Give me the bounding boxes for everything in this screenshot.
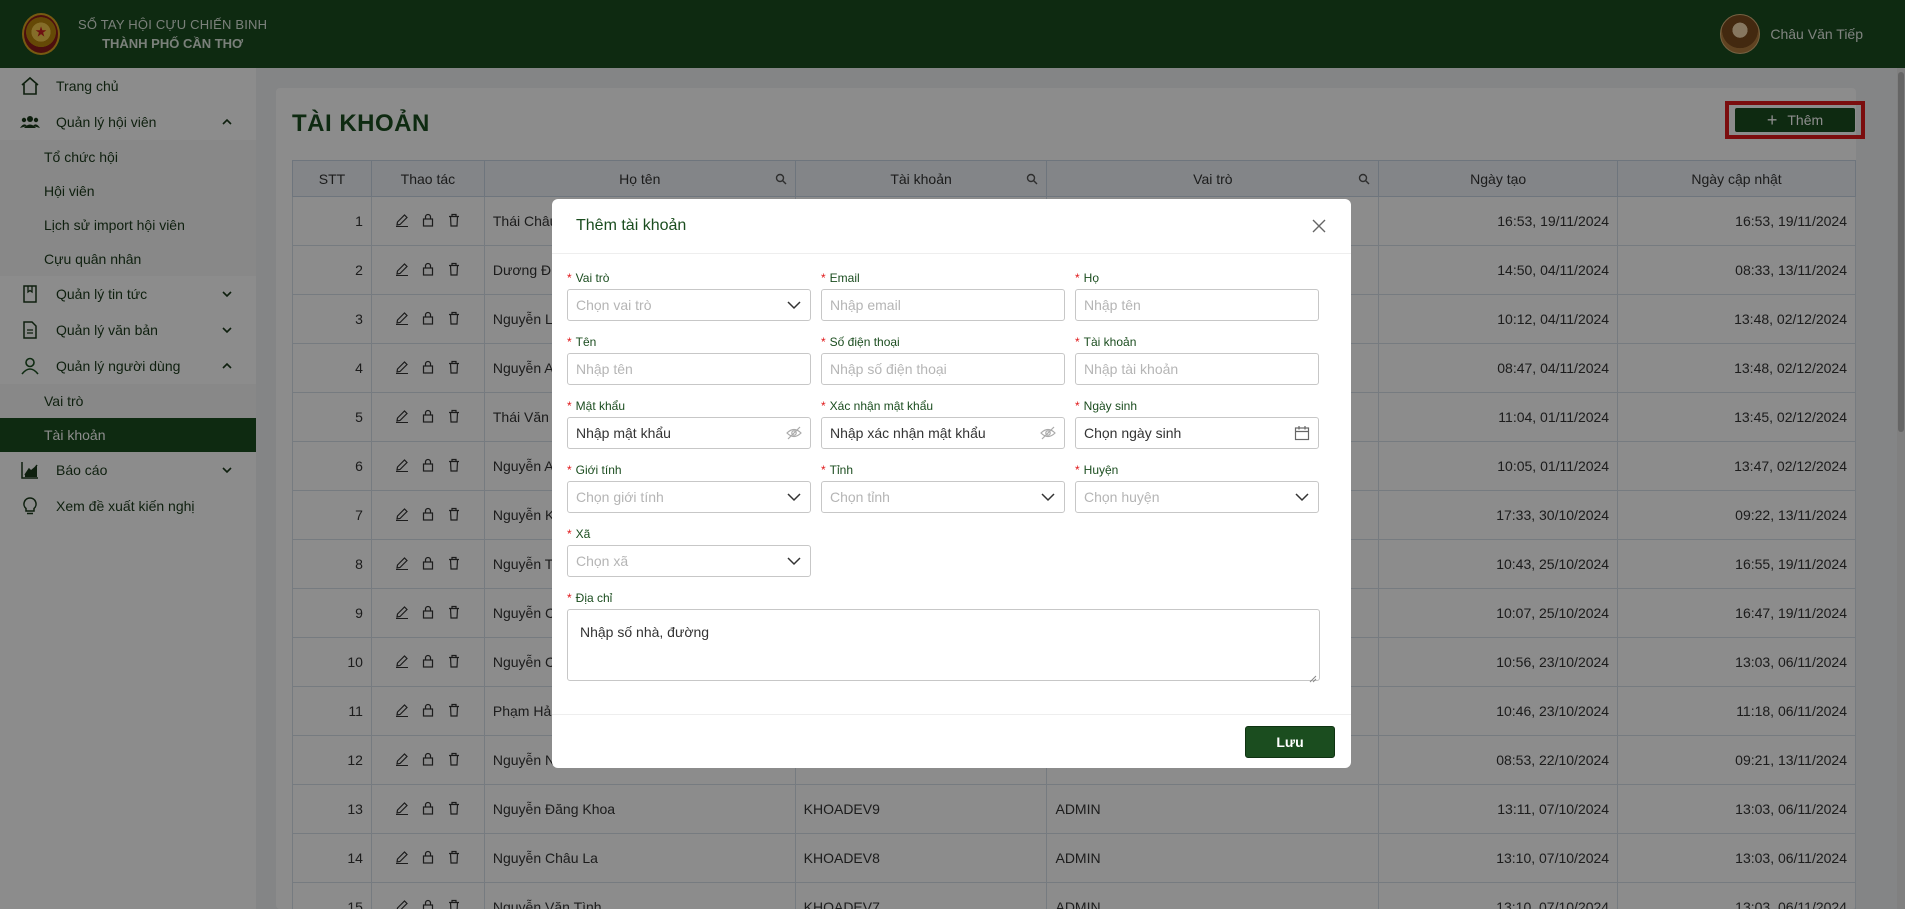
field-label: * Mật khẩu xyxy=(567,399,626,413)
birthday-picker[interactable]: Chọn ngày sinh xyxy=(1075,417,1319,449)
field-district: * Huyện Chọn huyện xyxy=(1075,463,1319,513)
chevron-down-icon xyxy=(786,489,802,505)
field-phone: * Số điện thoại Nhập số điện thoại xyxy=(821,335,1065,385)
field-address: * Địa chỉ Nhập số nhà, đường xyxy=(567,591,1320,683)
field-label: * Vai trò xyxy=(567,271,610,285)
field-gender: * Giới tính Chọn giới tính xyxy=(567,463,811,513)
field-last-name: * Họ Nhập tên xyxy=(1075,271,1319,321)
email-input[interactable]: Nhập email xyxy=(821,289,1065,321)
field-province: * Tỉnh Chọn tỉnh xyxy=(821,463,1065,513)
field-account: * Tài khoản Nhập tài khoản xyxy=(1075,335,1319,385)
modal-footer: Lưu xyxy=(552,714,1351,768)
gender-select[interactable]: Chọn giới tính xyxy=(567,481,811,513)
close-icon[interactable] xyxy=(1311,218,1327,234)
chevron-down-icon xyxy=(786,553,802,569)
field-birthday: * Ngày sinh Chọn ngày sinh xyxy=(1075,399,1319,449)
field-label: * Số điện thoại xyxy=(821,335,900,349)
chevron-down-icon xyxy=(1294,489,1310,505)
field-label: * Ngày sinh xyxy=(1075,399,1138,413)
field-email: * Email Nhập email xyxy=(821,271,1065,321)
resize-handle-icon[interactable] xyxy=(1309,670,1317,683)
confirm-password-input[interactable]: Nhập xác nhận mật khẩu xyxy=(821,417,1065,449)
eye-off-icon[interactable] xyxy=(1040,425,1056,441)
address-textarea[interactable]: Nhập số nhà, đường xyxy=(567,609,1320,683)
field-ward: * Xã Chọn xã xyxy=(567,527,811,577)
modal-header: Thêm tài khoản xyxy=(552,199,1351,254)
field-label: * Giới tính xyxy=(567,463,622,477)
field-role: * Vai trò Chọn vai trò xyxy=(567,271,811,321)
save-button[interactable]: Lưu xyxy=(1245,726,1335,758)
field-label: * Địa chỉ xyxy=(567,591,613,605)
calendar-icon xyxy=(1294,425,1310,441)
field-confirm-password: * Xác nhận mật khẩu Nhập xác nhận mật khẩ… xyxy=(821,399,1065,449)
account-input[interactable]: Nhập tài khoản xyxy=(1075,353,1319,385)
field-label: * Xác nhận mật khẩu xyxy=(821,399,934,413)
province-select[interactable]: Chọn tỉnh xyxy=(821,481,1065,513)
field-first-name: * Tên Nhập tên xyxy=(567,335,811,385)
modal-title: Thêm tài khoản xyxy=(576,217,687,234)
field-label: * Xã xyxy=(567,527,591,541)
eye-off-icon[interactable] xyxy=(786,425,802,441)
field-label: * Tài khoản xyxy=(1075,335,1137,349)
phone-input[interactable]: Nhập số điện thoại xyxy=(821,353,1065,385)
field-label: * Email xyxy=(821,271,860,285)
field-label: * Tỉnh xyxy=(821,463,854,477)
field-label: * Huyện xyxy=(1075,463,1119,477)
chevron-down-icon xyxy=(1040,489,1056,505)
add-account-modal: Thêm tài khoản * Vai trò Chọn vai trò * Em… xyxy=(552,199,1351,768)
first-name-input[interactable]: Nhập tên xyxy=(567,353,811,385)
field-label: * Tên xyxy=(567,335,597,349)
last-name-input[interactable]: Nhập tên xyxy=(1075,289,1319,321)
chevron-down-icon xyxy=(786,297,802,313)
field-password: * Mật khẩu Nhập mật khẩu xyxy=(567,399,811,449)
password-input[interactable]: Nhập mật khẩu xyxy=(567,417,811,449)
field-label: * Họ xyxy=(1075,271,1100,285)
ward-select[interactable]: Chọn xã xyxy=(567,545,811,577)
district-select[interactable]: Chọn huyện xyxy=(1075,481,1319,513)
role-select[interactable]: Chọn vai trò xyxy=(567,289,811,321)
